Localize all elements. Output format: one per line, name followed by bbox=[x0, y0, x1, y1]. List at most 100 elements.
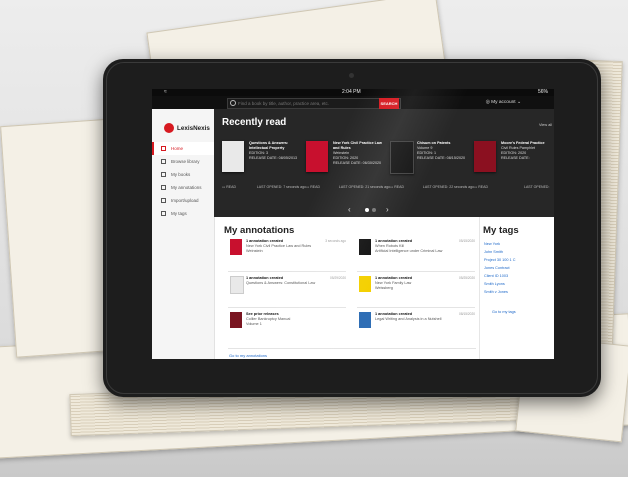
search-box[interactable] bbox=[227, 98, 401, 109]
edition-value: 1 bbox=[434, 151, 437, 155]
annotation-heading: 1 annotation created bbox=[246, 239, 284, 243]
book-cover[interactable] bbox=[222, 141, 244, 172]
book-cover[interactable] bbox=[474, 141, 496, 172]
annotation-book: When Robots Kill bbox=[375, 244, 405, 249]
book-footer: ▭ READ LAST OPENED: 21 seconds ago bbox=[306, 185, 390, 191]
recent-book-card[interactable]: Moore's Federal Practice Civil Rules Pam… bbox=[474, 141, 554, 193]
release-value: 08/15/2020 bbox=[446, 156, 466, 160]
book-icon bbox=[161, 172, 166, 177]
sidebar-item-my-annotations[interactable]: My annotations bbox=[152, 181, 214, 194]
annotation-item[interactable]: 1 annotation created When Robots Kill Ar… bbox=[357, 239, 475, 268]
book-cover bbox=[359, 239, 371, 255]
last-opened: LAST OPENED: 7 seconds ago bbox=[256, 185, 306, 189]
annotation-text: See prior releases Collier Bankruptcy Ma… bbox=[246, 312, 344, 328]
recently-read-section: Recently read View all Questions & Answe… bbox=[214, 109, 554, 217]
tag-link[interactable]: Jones Contract bbox=[484, 266, 510, 270]
sidebar: LexisNexis Home Browse library My books … bbox=[152, 109, 215, 359]
annotation-item[interactable]: 1 annotation created New York Family Law… bbox=[357, 276, 475, 305]
book-meta: Questions & Answers: Intellectual Proper… bbox=[249, 141, 305, 161]
tag-link[interactable]: New York bbox=[484, 242, 500, 246]
edition-label: EDITION: bbox=[249, 151, 265, 155]
wifi-icon: ≈ bbox=[164, 89, 167, 95]
divider bbox=[357, 307, 475, 308]
recent-book-card[interactable]: New York Civil Practice Law and Rules We… bbox=[306, 141, 390, 193]
read-label: READ bbox=[394, 185, 405, 189]
logo-icon bbox=[164, 123, 174, 133]
lexisnexis-logo[interactable]: LexisNexis bbox=[164, 123, 210, 133]
read-link[interactable]: ▭ READ bbox=[306, 185, 320, 189]
book-footer: ▭ READ LAST OPENED: bbox=[474, 185, 554, 191]
annotation-item[interactable]: 1 annotation created New York Civil Prac… bbox=[228, 239, 346, 268]
release-label: RELEASE DATE: bbox=[249, 156, 278, 160]
sidebar-item-label: My annotations bbox=[171, 185, 202, 190]
status-time: 2:04 PM bbox=[342, 89, 361, 95]
divider bbox=[228, 307, 346, 308]
sidebar-item-browse-library[interactable]: Browse library bbox=[152, 155, 214, 168]
book-subtitle: Civil Rules Pamphlet bbox=[501, 146, 536, 150]
annotation-heading: 1 annotation created bbox=[375, 276, 413, 280]
annotation-book: Legal Writing and Analysis in a Nutshell bbox=[375, 317, 442, 322]
carousel-next-icon[interactable]: › bbox=[386, 205, 389, 214]
sidebar-item-my-tags[interactable]: My tags bbox=[152, 207, 214, 220]
book-cover[interactable] bbox=[390, 141, 414, 174]
tag-link[interactable]: Project 30 100 1 C bbox=[484, 258, 515, 262]
edition-label: EDITION: bbox=[417, 151, 433, 155]
annotation-heading: 1 annotation created bbox=[246, 276, 284, 280]
go-to-tags-link[interactable]: Go to my tags bbox=[492, 310, 516, 314]
sidebar-item-my-books[interactable]: My books bbox=[152, 168, 214, 181]
read-label: READ bbox=[478, 185, 489, 189]
edition-value: 2020 bbox=[350, 156, 359, 160]
sidebar-item-label: My books bbox=[171, 172, 191, 177]
sidebar-item-import-upload[interactable]: Import/upload bbox=[152, 194, 214, 207]
camera-icon bbox=[349, 73, 354, 78]
annotation-heading: 1 annotation created bbox=[375, 239, 413, 243]
annotation-book: New York Family Law bbox=[375, 281, 412, 286]
book-footer: ▭ READ LAST OPENED: 22 seconds ago bbox=[390, 185, 474, 191]
divider bbox=[228, 348, 476, 349]
book-title: Moore's Federal Practice bbox=[501, 141, 545, 145]
annotation-item[interactable]: 1 annotation created Legal Writing and A… bbox=[357, 312, 475, 341]
view-all-link[interactable]: View all bbox=[539, 123, 552, 127]
carousel-prev-icon[interactable]: ‹ bbox=[348, 205, 351, 214]
read-link[interactable]: ▭ READ bbox=[474, 185, 488, 189]
go-to-annotations-link[interactable]: Go to my annotations bbox=[229, 353, 267, 358]
my-annotations-section: My annotations 1 annotation created New … bbox=[224, 217, 479, 359]
recent-book-card[interactable]: Chisum on Patents Volume 9 EDITION: 1 RE… bbox=[390, 141, 474, 193]
annotation-item[interactable]: See prior releases Collier Bankruptcy Ma… bbox=[228, 312, 346, 341]
carousel-dot[interactable] bbox=[365, 208, 369, 212]
my-tags-title: My tags bbox=[483, 225, 519, 236]
book-cover bbox=[359, 312, 371, 328]
book-cover bbox=[359, 276, 371, 292]
book-meta: Chisum on Patents Volume 9 EDITION: 1 RE… bbox=[417, 141, 473, 161]
user-icon: ◎ bbox=[485, 100, 490, 105]
book-title: Chisum on Patents bbox=[417, 141, 451, 145]
my-account-menu[interactable]: ◎ My account ⌄ bbox=[486, 100, 521, 105]
read-link[interactable]: ▭ READ bbox=[390, 185, 404, 189]
book-volume: Volume 9 bbox=[417, 146, 433, 150]
edition-label: EDITION: bbox=[501, 151, 517, 155]
annotation-book: Questions & Answers: Constitutional Law bbox=[246, 281, 316, 286]
read-label: READ bbox=[226, 185, 237, 189]
tag-link[interactable]: John Smith bbox=[484, 250, 503, 254]
search-icon bbox=[230, 100, 236, 106]
annotation-time: 3 seconds ago bbox=[325, 239, 346, 243]
sidebar-item-home[interactable]: Home bbox=[152, 142, 214, 155]
recent-book-card[interactable]: Questions & Answers: Intellectual Proper… bbox=[222, 141, 306, 193]
search-input[interactable] bbox=[238, 99, 378, 108]
carousel-dot[interactable] bbox=[372, 208, 376, 212]
tag-link[interactable]: Client ID 1003 bbox=[484, 274, 508, 278]
book-cover bbox=[230, 276, 244, 294]
annotation-time: 05/15/2020 bbox=[459, 239, 475, 243]
tag-link[interactable]: Smith v Jones bbox=[484, 290, 508, 294]
book-cover[interactable] bbox=[306, 141, 328, 172]
edition-value: 2020 bbox=[518, 151, 527, 155]
read-link[interactable]: ▭ READ bbox=[222, 185, 236, 189]
release-value: 08/05/2013 bbox=[278, 156, 298, 160]
annotation-time: 05/29/2020 bbox=[330, 276, 346, 280]
account-label: My account bbox=[491, 100, 516, 105]
search-button[interactable]: SEARCH bbox=[379, 98, 399, 109]
annotation-sub: Artificial Intelligence under Criminal L… bbox=[375, 249, 443, 254]
tag-link[interactable]: Smith Lyons bbox=[484, 282, 505, 286]
annotation-item[interactable]: 1 annotation created Questions & Answers… bbox=[228, 276, 346, 305]
release-label: RELEASE DATE: bbox=[417, 156, 446, 160]
